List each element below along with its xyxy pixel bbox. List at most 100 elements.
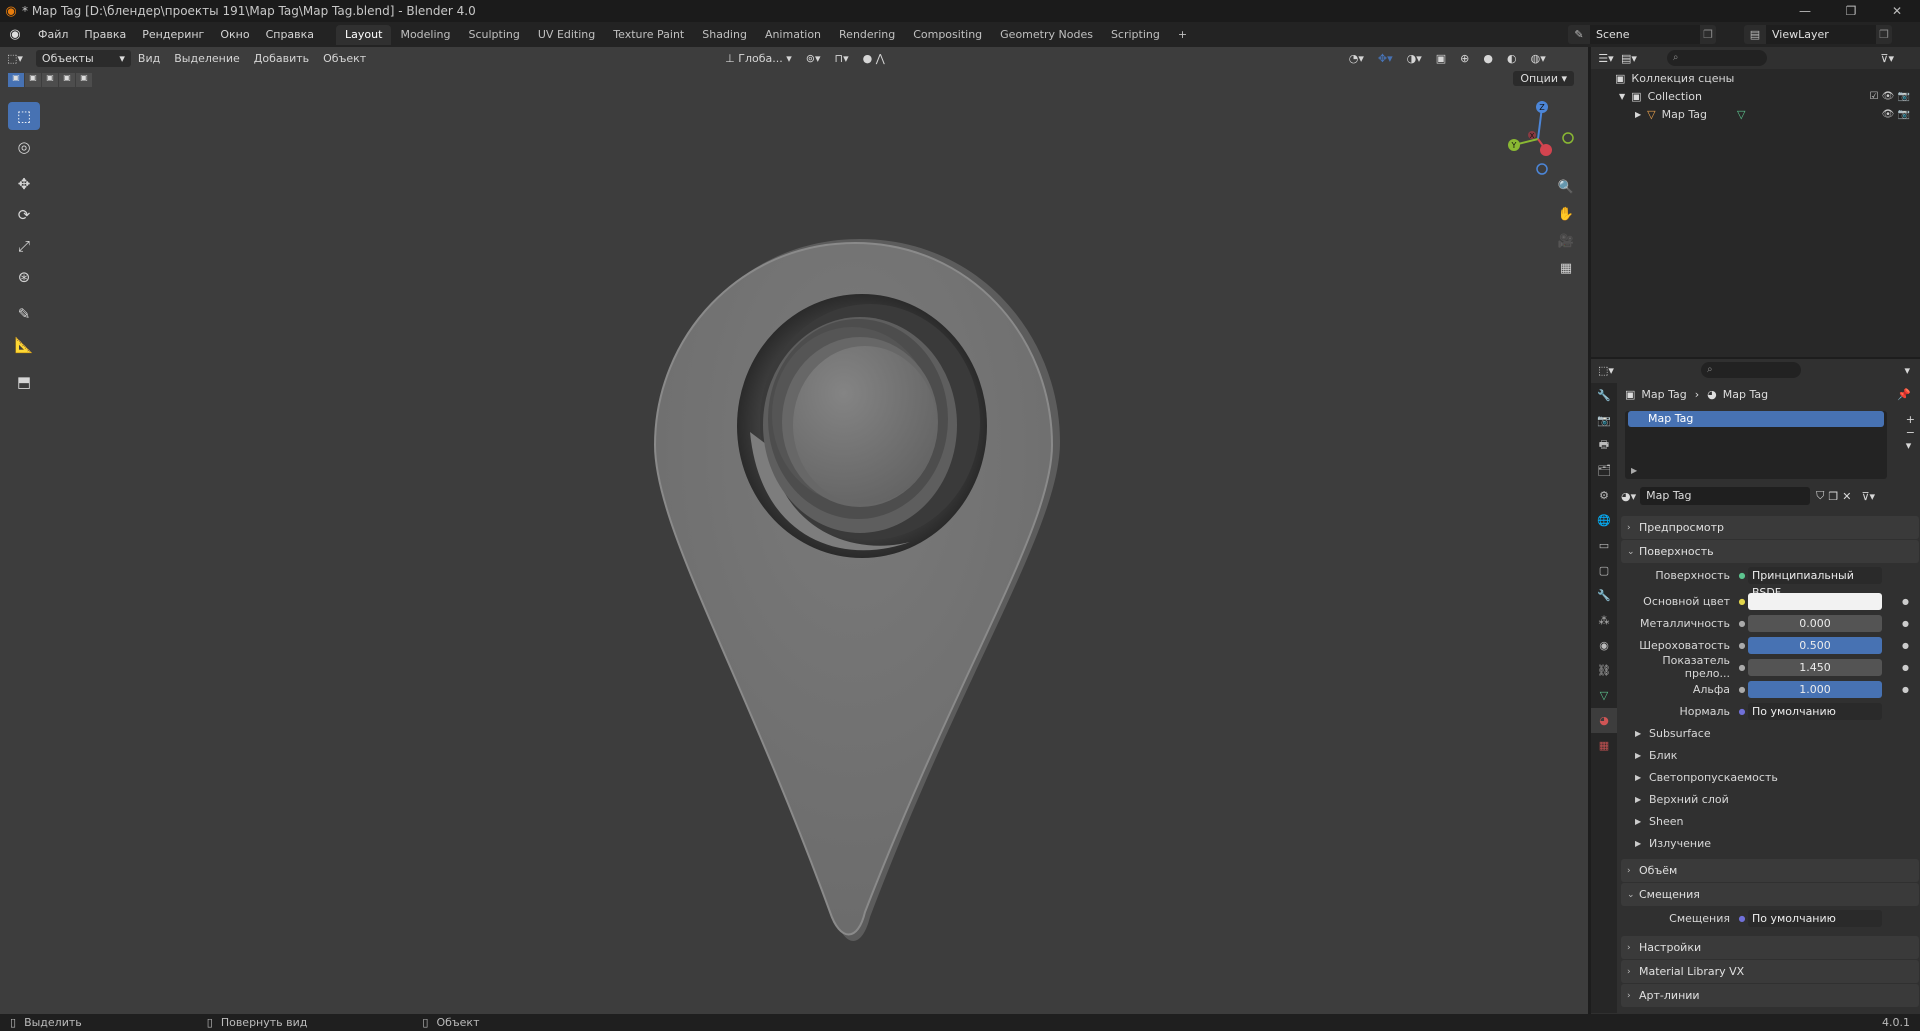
displacement-field[interactable]: По умолчанию xyxy=(1748,909,1882,927)
menu-file[interactable]: Файл xyxy=(30,22,76,47)
tool-tab-icon[interactable]: 🔧 xyxy=(1591,383,1617,408)
menu-help[interactable]: Справка xyxy=(258,22,322,47)
object-tab-icon[interactable]: ▢ xyxy=(1591,558,1617,583)
panel-line-art[interactable]: › Арт-линии xyxy=(1621,984,1919,1007)
material-tab-icon[interactable]: ◕ xyxy=(1591,708,1617,733)
subpanel-transmission[interactable]: ▶ Светопропускаемость xyxy=(1621,766,1919,788)
view-layer-name[interactable]: ViewLayer xyxy=(1766,25,1876,44)
view-layer-selector[interactable]: ▤ ViewLayer ❐ xyxy=(1744,25,1892,44)
tab-compositing[interactable]: Compositing xyxy=(904,25,991,45)
metallic-field[interactable]: 0.000 xyxy=(1748,614,1882,632)
shading-material-icon[interactable]: ◐ xyxy=(1500,52,1524,65)
roughness-field[interactable]: 0.500 xyxy=(1748,636,1882,654)
keyframe-icon[interactable]: ● xyxy=(1902,663,1909,672)
camera-icon[interactable]: 🎥 xyxy=(1554,229,1578,253)
select-box-icon[interactable]: ⬚ xyxy=(8,102,40,130)
particles-tab-icon[interactable]: ⁂ xyxy=(1591,608,1617,633)
outliner-scene-collection[interactable]: ▣ Коллекция сцены xyxy=(1591,69,1920,87)
outliner-object-map-tag[interactable]: ▶ ▽ Map Tag ▽ 👁 📷 xyxy=(1591,105,1920,123)
tab-sculpting[interactable]: Sculpting xyxy=(460,25,529,45)
move-icon[interactable]: ✥ xyxy=(8,170,40,198)
scene-copy-icon[interactable]: ❐ xyxy=(1700,28,1716,41)
gizmo-x-axis[interactable] xyxy=(1540,144,1552,156)
grid-projection-icon[interactable]: ▦ xyxy=(1554,256,1578,280)
normal-field[interactable]: По умолчанию xyxy=(1748,702,1882,720)
panel-volume[interactable]: › Объём xyxy=(1621,859,1919,882)
properties-search-input[interactable]: ⌕ xyxy=(1701,362,1801,378)
menu-view[interactable]: Вид xyxy=(131,52,167,65)
chevron-down-icon[interactable]: ▾ xyxy=(1904,364,1910,377)
filter-icon[interactable]: ⊽▾ xyxy=(1880,52,1894,65)
fake-user-icon[interactable]: ⛉ xyxy=(1816,489,1824,503)
pin-icon[interactable]: 📌 xyxy=(1897,388,1911,401)
measure-icon[interactable]: 📐 xyxy=(8,331,40,359)
rotate-icon[interactable]: ⟳ xyxy=(8,201,40,229)
outliner-editor-icon[interactable]: ☰▾ xyxy=(1591,52,1621,65)
expand-arrow-icon[interactable]: ▼ xyxy=(1619,92,1625,101)
options-dropdown[interactable]: Опции ▾ xyxy=(1513,71,1574,86)
collection-visibility-icons[interactable]: ☑ 👁 📷 xyxy=(1870,91,1910,102)
xray-icon[interactable]: ▣ xyxy=(1429,52,1453,65)
menu-render[interactable]: Рендеринг xyxy=(134,22,212,47)
annotate-icon[interactable]: ✎ xyxy=(8,300,40,328)
material-filter-icon[interactable]: ⊽▾ xyxy=(1861,490,1875,503)
add-slot-icon[interactable]: + xyxy=(1906,413,1915,426)
tab-texture-paint[interactable]: Texture Paint xyxy=(604,25,693,45)
base-color-swatch[interactable] xyxy=(1748,592,1882,610)
subpanel-sheen[interactable]: ▶ Sheen xyxy=(1621,810,1919,832)
blender-menu-icon[interactable]: ◉ xyxy=(0,27,30,42)
collection-tab-icon[interactable]: ▭ xyxy=(1591,533,1617,558)
scene-selector[interactable]: ✎ Scene ❐ xyxy=(1568,25,1716,44)
navigation-gizmo[interactable]: Z Y X xyxy=(1498,99,1578,179)
expand-arrow-icon[interactable]: ▶ xyxy=(1635,110,1641,119)
cursor-icon[interactable]: ◎ xyxy=(8,133,40,161)
tab-scripting[interactable]: Scripting xyxy=(1102,25,1169,45)
mode-dropdown[interactable]: Объекты ▾ xyxy=(35,49,131,67)
value-socket-icon[interactable]: ● xyxy=(1736,641,1748,650)
menu-add[interactable]: Добавить xyxy=(247,52,316,65)
vector-socket-icon[interactable]: ● xyxy=(1736,707,1748,716)
select-new-icon[interactable]: ▣ xyxy=(8,73,24,87)
mesh-data-icon[interactable]: ▽ xyxy=(1737,108,1745,121)
keyframe-icon[interactable]: ● xyxy=(1902,641,1909,650)
scale-icon[interactable]: ⤢ xyxy=(8,232,40,260)
outliner-collection[interactable]: ▼ ▣ Collection ☑ 👁 📷 xyxy=(1591,87,1920,105)
physics-tab-icon[interactable]: ◉ xyxy=(1591,633,1617,658)
shader-socket-icon[interactable]: ● xyxy=(1736,571,1748,580)
value-socket-icon[interactable]: ● xyxy=(1736,685,1748,694)
slot-menu-icon[interactable]: ▾ xyxy=(1906,439,1915,452)
output-tab-icon[interactable]: 🖶 xyxy=(1591,433,1617,458)
menu-window[interactable]: Окно xyxy=(212,22,257,47)
vector-socket-icon[interactable]: ● xyxy=(1736,914,1748,923)
ior-field[interactable]: 1.450 xyxy=(1748,658,1882,676)
view-layer-tab-icon[interactable]: 🗂 xyxy=(1591,458,1617,483)
editor-type-icon[interactable]: ⬚▾ xyxy=(0,52,30,65)
select-intersect-icon[interactable]: ▣ xyxy=(76,73,92,87)
shading-wire-icon[interactable]: ⊕ xyxy=(1453,52,1476,65)
world-tab-icon[interactable]: 🌐 xyxy=(1591,508,1617,533)
color-socket-icon[interactable]: ● xyxy=(1736,597,1748,606)
unlink-icon[interactable]: ✕ xyxy=(1842,490,1851,503)
map-tag-mesh[interactable] xyxy=(620,197,1080,957)
pan-hand-icon[interactable]: ✋ xyxy=(1554,202,1578,226)
panel-material-library[interactable]: › Material Library VX xyxy=(1621,960,1919,983)
gizmo-neg-y[interactable] xyxy=(1562,132,1574,144)
tab-rendering[interactable]: Rendering xyxy=(830,25,904,45)
tab-geometry-nodes[interactable]: Geometry Nodes xyxy=(991,25,1102,45)
gizmo-neg-z[interactable] xyxy=(1536,163,1548,175)
orientation-dropdown[interactable]: ⊥ Глоба... ▾ xyxy=(718,52,799,65)
select-subtract-icon[interactable]: ▣ xyxy=(42,73,58,87)
add-workspace-icon[interactable]: + xyxy=(1169,25,1196,45)
tab-animation[interactable]: Animation xyxy=(756,25,830,45)
zoom-icon[interactable]: 🔍 xyxy=(1554,175,1578,199)
pivot-icon[interactable]: ⊚▾ xyxy=(799,52,828,65)
display-mode-icon[interactable]: ▤▾ xyxy=(1621,52,1637,65)
material-name-field[interactable]: Map Tag xyxy=(1640,487,1811,505)
outliner-search-input[interactable]: ⌕ xyxy=(1666,50,1767,66)
panel-preview[interactable]: › Предпросмотр xyxy=(1621,516,1919,539)
material-slot[interactable]: Map Tag xyxy=(1628,411,1884,427)
close-icon[interactable]: ✕ xyxy=(1874,0,1920,22)
constraints-tab-icon[interactable]: ⛓ xyxy=(1591,658,1617,683)
material-browse-icon[interactable]: ◕▾ xyxy=(1621,490,1636,503)
material-slot-list[interactable]: Map Tag ▶ xyxy=(1625,411,1887,479)
